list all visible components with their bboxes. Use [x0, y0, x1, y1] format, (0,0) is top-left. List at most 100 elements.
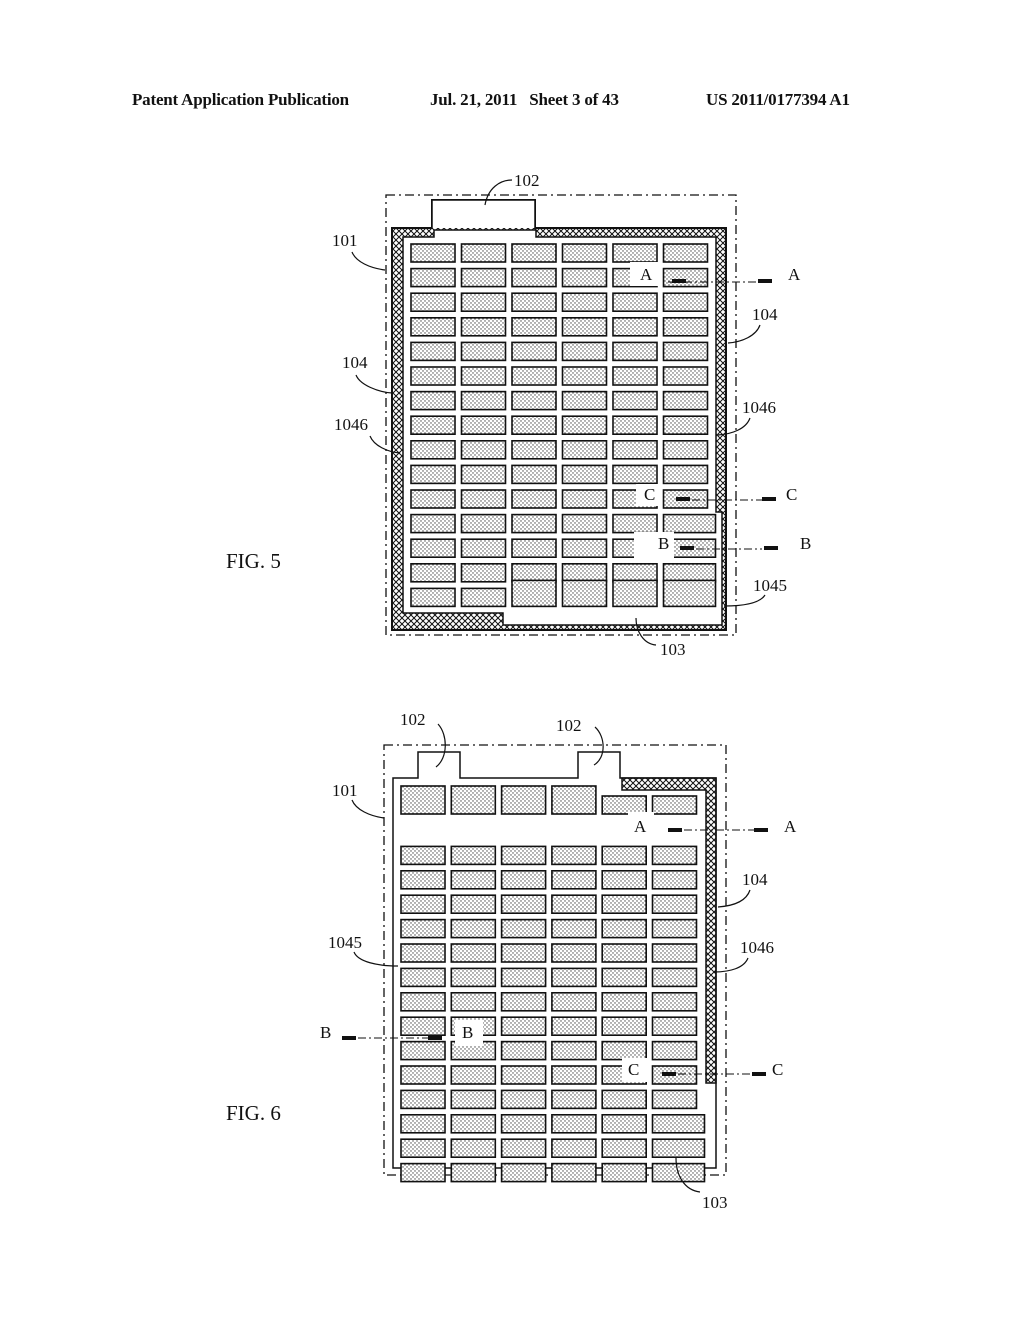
- battery-cell: [601, 1040, 648, 1061]
- battery-cell: [612, 366, 658, 386]
- battery-cell: [651, 795, 698, 815]
- battery-cell: [612, 292, 658, 313]
- battery-cell: [662, 513, 717, 534]
- battery-cell: [612, 390, 658, 411]
- battery-cell: [551, 991, 597, 1012]
- battery-cell: [410, 587, 456, 608]
- battery-cell: [601, 795, 648, 815]
- battery-cell: [450, 894, 497, 915]
- battery-cell: [450, 967, 497, 988]
- battery-cell: [651, 918, 698, 939]
- battery-cell: [662, 292, 709, 313]
- battery-cell: [561, 341, 608, 362]
- battery-cell: [561, 267, 608, 288]
- section-label-c-end: C: [772, 1060, 783, 1079]
- section-mark: [680, 546, 694, 550]
- battery-cell: [400, 943, 446, 963]
- battery-cell: [460, 390, 507, 411]
- battery-cell: [651, 894, 698, 915]
- battery-cell: [500, 1040, 547, 1061]
- battery-cell: [500, 1162, 547, 1183]
- label-1046: 1046: [740, 938, 774, 957]
- battery-cell: [601, 943, 648, 963]
- battery-cell: [511, 366, 557, 386]
- section-label-a: A: [640, 265, 653, 284]
- battery-cell: [601, 1089, 648, 1110]
- battery-cell: [511, 341, 557, 362]
- battery-cell: [511, 489, 557, 509]
- battery-cell: [662, 366, 709, 386]
- battery-cell: [511, 415, 557, 436]
- battery-cell: [410, 390, 456, 411]
- section-mark: [428, 1036, 442, 1040]
- label-101: 101: [332, 781, 358, 800]
- battery-cell: [651, 943, 698, 963]
- battery-cell: [651, 869, 698, 890]
- battery-cell: [511, 562, 557, 583]
- battery-cell: [561, 390, 608, 411]
- battery-cell: [662, 316, 709, 337]
- section-label-b-end: B: [800, 534, 811, 553]
- battery-cell: [460, 415, 507, 436]
- leader-101: [351, 799, 385, 819]
- battery-cell: [551, 869, 597, 890]
- section-mark: [758, 279, 772, 283]
- battery-cell: [500, 785, 547, 815]
- battery-cell: [551, 1040, 597, 1061]
- battery-cell: [460, 316, 507, 337]
- battery-cell: [511, 267, 557, 288]
- battery-cell: [460, 366, 507, 386]
- section-mark: [342, 1036, 356, 1040]
- battery-cell: [500, 845, 547, 866]
- battery-cell: [400, 967, 446, 988]
- battery-cell: [612, 243, 658, 263]
- battery-cell: [400, 785, 446, 815]
- label-104-right: 104: [752, 305, 778, 324]
- battery-cell: [460, 267, 507, 288]
- section-mark: [668, 828, 682, 832]
- battery-cell: [662, 267, 709, 288]
- battery-cell: [551, 943, 597, 963]
- battery-cell: [662, 579, 717, 608]
- label-103: 103: [660, 640, 686, 659]
- section-label-b: B: [462, 1023, 473, 1042]
- battery-cell: [561, 366, 608, 386]
- leader-101: [351, 251, 386, 271]
- battery-cell: [460, 464, 507, 485]
- battery-cell: [450, 1065, 497, 1085]
- section-label-a-end: A: [788, 265, 801, 284]
- battery-cell: [612, 579, 658, 608]
- battery-cell: [601, 845, 648, 866]
- battery-cell: [561, 513, 608, 534]
- battery-cell: [511, 513, 557, 534]
- battery-cell: [500, 1016, 547, 1037]
- battery-cell: [551, 1089, 597, 1110]
- section-label-b-start: B: [320, 1023, 331, 1042]
- battery-cell: [651, 845, 698, 866]
- battery-cell: [500, 1138, 547, 1158]
- battery-cell: [662, 439, 709, 460]
- battery-cell: [400, 1162, 446, 1183]
- label-1045: 1045: [753, 576, 787, 595]
- battery-cell: [651, 1114, 706, 1134]
- battery-cell: [651, 1040, 698, 1061]
- drawing-sheet: 102 101 104 1046 104 1046 1045 103 A A C…: [226, 171, 811, 1212]
- battery-cell: [410, 366, 456, 386]
- label-103: 103: [702, 1193, 728, 1212]
- battery-cell: [400, 1016, 446, 1037]
- battery-cell: [561, 292, 608, 313]
- battery-cell: [511, 439, 557, 460]
- battery-cell: [410, 267, 456, 288]
- section-mark: [676, 497, 690, 501]
- battery-cell: [612, 464, 658, 485]
- section-label-a: A: [634, 817, 647, 836]
- tab-102: [431, 199, 536, 228]
- battery-cell: [500, 943, 547, 963]
- battery-cell: [561, 415, 608, 436]
- battery-cell: [400, 845, 446, 866]
- section-label-b: B: [658, 534, 669, 553]
- battery-cell: [500, 991, 547, 1012]
- battery-cell: [400, 1114, 446, 1134]
- battery-cell: [561, 538, 608, 559]
- section-mark: [662, 1072, 676, 1076]
